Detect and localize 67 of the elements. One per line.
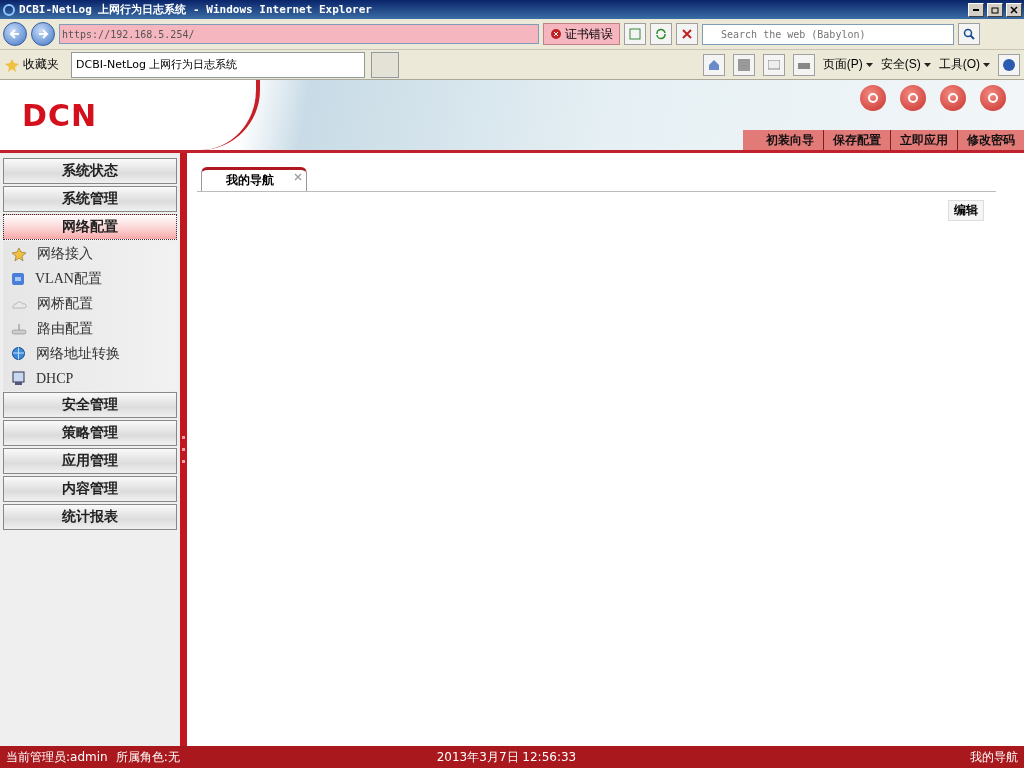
star-icon bbox=[4, 57, 20, 72]
datetime-label: 2013年3月7日 12:56:33 bbox=[436, 748, 577, 766]
ring-icon bbox=[867, 92, 879, 104]
restore-icon bbox=[991, 5, 999, 14]
close-icon bbox=[294, 173, 302, 181]
compatibility-button[interactable] bbox=[624, 23, 646, 45]
address-field[interactable]: https://192.168.5.254/ bbox=[59, 24, 539, 44]
close-button[interactable] bbox=[1006, 2, 1022, 17]
ring-icon bbox=[947, 92, 959, 104]
caret-icon bbox=[983, 62, 990, 67]
home-button[interactable] bbox=[702, 53, 725, 76]
caret-icon bbox=[865, 62, 873, 67]
menu-group-button[interactable]: 网络配置 bbox=[3, 214, 177, 240]
menu-group-button[interactable]: 策略管理 bbox=[3, 420, 177, 446]
print-button[interactable] bbox=[792, 53, 815, 76]
square-icon bbox=[11, 271, 25, 286]
arrow-right-icon bbox=[37, 28, 49, 40]
minimize-icon bbox=[973, 8, 979, 11]
admin-label: 当前管理员:admin bbox=[6, 748, 108, 766]
content-tab[interactable]: 我的导航 bbox=[201, 167, 307, 191]
help-button[interactable] bbox=[998, 53, 1020, 76]
browser-tab[interactable]: DCBI-NetLog 上网行为日志系统 bbox=[71, 51, 365, 78]
feed-button[interactable] bbox=[732, 53, 755, 76]
search-button[interactable] bbox=[958, 23, 980, 45]
home-icon bbox=[707, 58, 720, 71]
close-icon bbox=[1010, 5, 1018, 14]
cloud-icon bbox=[11, 298, 27, 309]
computer-icon bbox=[11, 371, 26, 386]
caret-icon bbox=[923, 62, 931, 67]
role-label: 所属角色:无 bbox=[115, 748, 180, 766]
menu-group-button[interactable]: 内容管理 bbox=[3, 476, 177, 502]
menu-group-button[interactable]: 应用管理 bbox=[3, 448, 177, 474]
command-menu[interactable]: 工具(O) bbox=[938, 56, 990, 73]
menu-group-button[interactable]: 安全管理 bbox=[3, 392, 177, 418]
restore-button[interactable] bbox=[987, 2, 1003, 17]
window-title: DCBI-NetLog 上网行为日志系统 - Windows Internet Explorer bbox=[19, 2, 373, 17]
phone-button[interactable] bbox=[860, 85, 886, 111]
minimize-button[interactable] bbox=[968, 2, 984, 17]
back-button[interactable] bbox=[3, 22, 27, 46]
edit-button[interactable]: 编辑 bbox=[948, 200, 984, 221]
favorites-button[interactable]: 收藏夹 bbox=[4, 56, 65, 73]
search-icon bbox=[963, 28, 975, 40]
star-icon bbox=[11, 246, 27, 261]
refresh-button[interactable] bbox=[650, 23, 672, 45]
menu-group-button[interactable]: 系统状态 bbox=[3, 158, 177, 184]
certificate-error-button[interactable]: 证书错误 bbox=[543, 23, 620, 45]
router-icon bbox=[11, 322, 27, 335]
help-button[interactable] bbox=[940, 85, 966, 111]
arrow-left-icon bbox=[9, 28, 21, 40]
refresh-icon bbox=[655, 28, 667, 40]
mail-button[interactable] bbox=[762, 53, 785, 76]
error-icon bbox=[550, 28, 562, 40]
close-icon bbox=[682, 29, 692, 39]
search-field[interactable]: Search the web (Babylon) bbox=[702, 23, 954, 45]
logout-button[interactable] bbox=[980, 85, 1006, 111]
stop-button[interactable] bbox=[676, 23, 698, 45]
ring-icon bbox=[987, 92, 999, 104]
forward-button[interactable] bbox=[31, 22, 55, 46]
menu-group-button[interactable]: 系统管理 bbox=[3, 186, 177, 212]
status-link[interactable]: 我的导航 bbox=[970, 748, 1018, 766]
command-menu[interactable]: 安全(S) bbox=[880, 56, 931, 73]
command-menu[interactable]: 页面(P) bbox=[822, 56, 873, 73]
new-tab-button[interactable] bbox=[371, 51, 399, 78]
ring-icon bbox=[907, 92, 919, 104]
home-button[interactable] bbox=[900, 85, 926, 111]
menu-group-button[interactable]: 统计报表 bbox=[3, 504, 177, 530]
globe-icon bbox=[11, 346, 26, 361]
